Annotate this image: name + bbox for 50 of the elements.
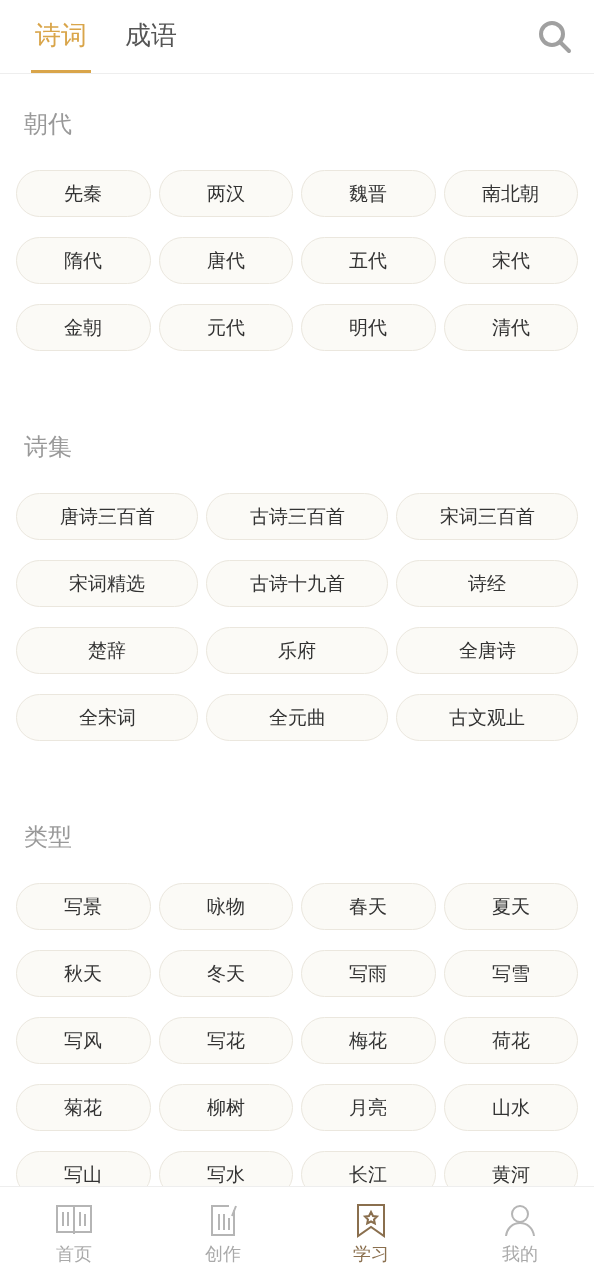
category-chip[interactable]: 隋代: [16, 237, 151, 284]
category-chip[interactable]: 柳树: [158, 1084, 293, 1131]
category-chip[interactable]: 全宋词: [16, 694, 198, 741]
category-chip[interactable]: 咏物: [158, 883, 293, 930]
category-chip[interactable]: 两汉: [158, 170, 293, 217]
category-chip[interactable]: 写景: [16, 883, 151, 930]
category-chip[interactable]: 写雨: [301, 950, 436, 997]
category-chip[interactable]: 古诗十九首: [206, 560, 388, 607]
category-chip[interactable]: 冬天: [158, 950, 293, 997]
category-chip[interactable]: 写山: [16, 1151, 151, 1186]
category-chip[interactable]: 宋词三百首: [396, 493, 578, 540]
category-chip[interactable]: 五代: [301, 237, 436, 284]
category-chip[interactable]: 长江: [301, 1151, 436, 1186]
category-chip[interactable]: 荷花: [443, 1017, 578, 1064]
category-chip[interactable]: 南北朝: [443, 170, 578, 217]
category-chip[interactable]: 夏天: [443, 883, 578, 930]
category-chip[interactable]: 诗经: [396, 560, 578, 607]
section-title: 诗集: [24, 432, 73, 463]
category-chip[interactable]: 全元曲: [206, 694, 388, 741]
category-chip[interactable]: 宋代: [443, 237, 578, 284]
category-chip[interactable]: 楚辞: [16, 627, 198, 674]
category-chip[interactable]: 写花: [158, 1017, 293, 1064]
category-chip[interactable]: 秋天: [16, 950, 151, 997]
category-chip[interactable]: 唐代: [158, 237, 293, 284]
category-chip[interactable]: 先秦: [16, 170, 151, 217]
category-chip[interactable]: 古诗三百首: [206, 493, 388, 540]
category-chip[interactable]: 菊花: [16, 1084, 151, 1131]
category-chip[interactable]: 元代: [158, 304, 293, 351]
category-chip[interactable]: 明代: [301, 304, 436, 351]
category-chip[interactable]: 魏晋: [301, 170, 436, 217]
category-chip[interactable]: 乐府: [206, 627, 388, 674]
category-chip[interactable]: 唐诗三百首: [16, 493, 198, 540]
category-chip[interactable]: 写雪: [443, 950, 578, 997]
category-chip[interactable]: 黄河: [443, 1151, 578, 1186]
category-chip[interactable]: 春天: [301, 883, 436, 930]
category-chip[interactable]: 清代: [443, 304, 578, 351]
section-title: 朝代: [24, 109, 73, 140]
tab[interactable]: 成语: [121, 0, 181, 73]
section-title: 类型: [24, 822, 73, 853]
category-chip[interactable]: 月亮: [301, 1084, 436, 1131]
category-chip[interactable]: 山水: [443, 1084, 578, 1131]
category-chip[interactable]: 写风: [16, 1017, 151, 1064]
category-chip[interactable]: 全唐诗: [396, 627, 578, 674]
category-chip[interactable]: 金朝: [16, 304, 151, 351]
category-chip[interactable]: 宋词精选: [16, 560, 198, 607]
category-chip[interactable]: 梅花: [301, 1017, 436, 1064]
category-chip[interactable]: 古文观止: [396, 694, 578, 741]
category-chip[interactable]: 写水: [158, 1151, 293, 1186]
search-icon[interactable]: [538, 19, 572, 54]
nav-item[interactable]: 学习: [297, 1187, 446, 1280]
